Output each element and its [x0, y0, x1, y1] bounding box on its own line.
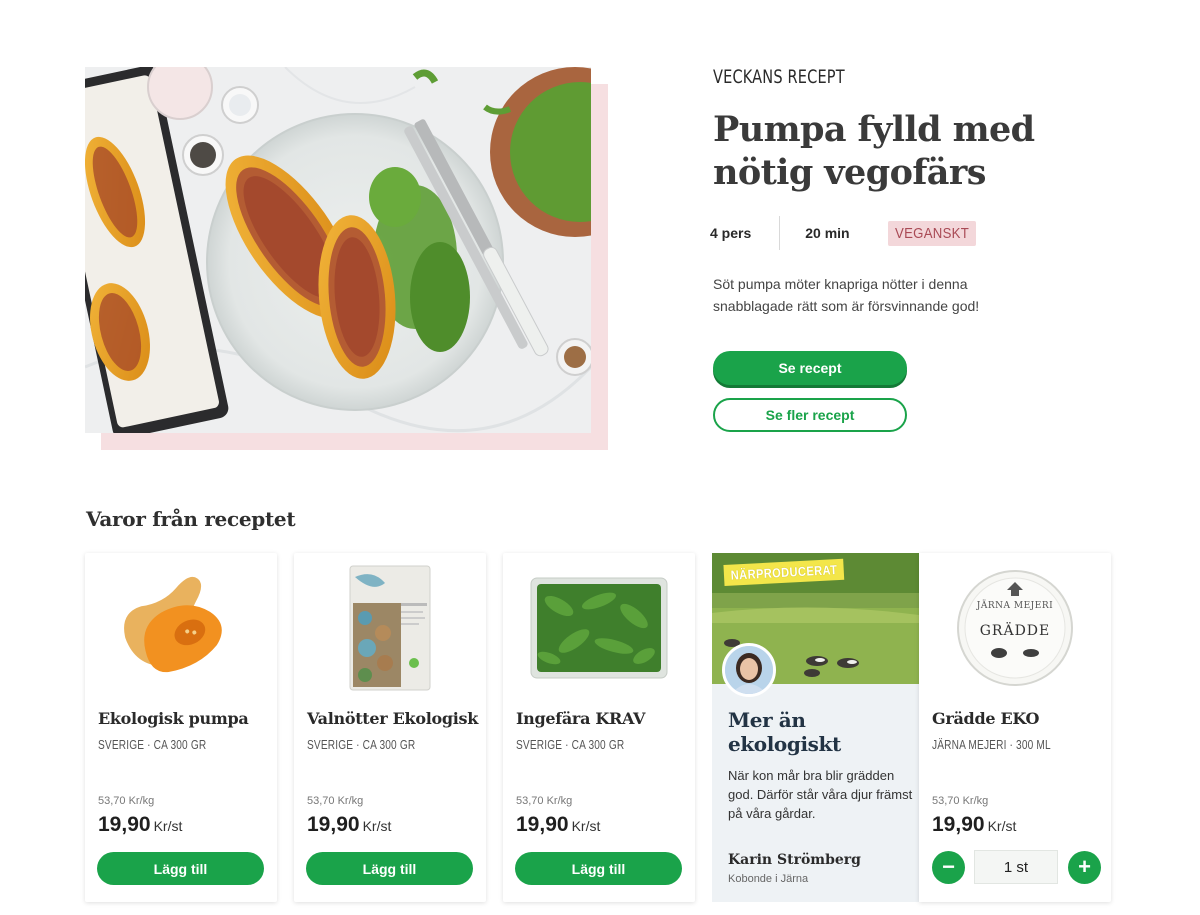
product-name[interactable]: Valnötter Ekologisk: [307, 709, 478, 728]
promo-title[interactable]: Mer än ekologiskt: [728, 708, 908, 756]
product-price: 19,90 Kr/st: [98, 813, 182, 837]
increase-quantity-button[interactable]: +: [1068, 850, 1101, 884]
product-card[interactable]: Ekologisk pumpa SVERIGE · CA 300 GR 53,7…: [85, 553, 277, 902]
product-image-greens[interactable]: [503, 553, 695, 703]
product-card-featured[interactable]: JÄRNA MEJERI GRÄDDE Grädde EKO JÄRNA MEJ…: [919, 553, 1111, 902]
price-amount: 19,90: [516, 813, 569, 836]
producer-promo-card[interactable]: NÄRPRODUCERAT Mer än ekologiskt När kon …: [712, 553, 929, 902]
quantity-field[interactable]: 1 st: [974, 850, 1058, 884]
price-unit: Kr/st: [153, 818, 183, 834]
product-image-cream[interactable]: JÄRNA MEJERI GRÄDDE: [919, 553, 1111, 703]
product-unit-price: 53,70 Kr/kg: [516, 795, 573, 807]
product-image-pumpkin[interactable]: [85, 553, 277, 703]
product-origin: SVERIGE · CA 300 GR: [98, 737, 207, 752]
quantity-stepper: − 1 st +: [932, 850, 1101, 884]
recipe-description: Söt pumpa möter knapriga nötter i denna …: [713, 276, 980, 314]
products-section-title: Varor från receptet: [86, 507, 296, 531]
price-amount: 19,90: [932, 813, 985, 836]
see-more-recipes-button[interactable]: Se fler recept: [713, 398, 907, 432]
recipe-title[interactable]: Pumpa fylld med nötig vegofärs: [713, 108, 1133, 194]
price-amount: 19,90: [307, 813, 360, 836]
product-unit-price: 53,70 Kr/kg: [98, 795, 155, 807]
price-unit: Kr/st: [571, 818, 601, 834]
product-unit-price: 53,70 Kr/kg: [932, 795, 989, 807]
price-amount: 19,90: [98, 813, 151, 836]
recipe-meta: 4 pers 20 min VEGANSKT: [710, 216, 988, 250]
recipe-kicker: VECKANS RECEPT: [713, 66, 845, 88]
promo-text: När kon mår bra blir grädden god. Därför…: [728, 768, 913, 821]
package-label-text: GRÄDDE: [980, 621, 1051, 639]
servings-label: 4 pers: [710, 225, 752, 241]
package-brand-text: JÄRNA MEJERI: [976, 599, 1053, 611]
product-name[interactable]: Grädde EKO: [932, 709, 1040, 728]
add-to-cart-button[interactable]: Lägg till: [306, 852, 473, 885]
diet-tag: VEGANSKT: [887, 220, 976, 246]
see-recipe-button[interactable]: Se recept: [713, 351, 907, 385]
price-unit: Kr/st: [987, 818, 1017, 834]
product-origin: SVERIGE · CA 300 GR: [516, 737, 625, 752]
product-name[interactable]: Ingefära KRAV: [516, 709, 645, 728]
product-price: 19,90 Kr/st: [516, 813, 600, 837]
product-card[interactable]: Ingefära KRAV SVERIGE · CA 300 GR 53,70 …: [503, 553, 695, 902]
farmer-avatar: [722, 643, 776, 697]
product-image-walnuts[interactable]: [294, 553, 486, 703]
product-name[interactable]: Ekologisk pumpa: [98, 709, 249, 728]
cooking-time-label: 20 min: [805, 225, 850, 241]
product-unit-price: 53,70 Kr/kg: [307, 795, 364, 807]
product-price: 19,90 Kr/st: [307, 813, 391, 837]
product-card[interactable]: Valnötter Ekologisk SVERIGE · CA 300 GR …: [294, 553, 486, 902]
product-origin: SVERIGE · CA 300 GR: [307, 737, 416, 752]
recipe-hero-image[interactable]: [85, 67, 591, 433]
farmer-location: Kobonde i Järna: [728, 873, 809, 885]
product-origin: JÄRNA MEJERI · 300 ML: [932, 737, 1051, 752]
product-price: 19,90 Kr/st: [932, 813, 1016, 837]
add-to-cart-button[interactable]: Lägg till: [97, 852, 264, 885]
decrease-quantity-button[interactable]: −: [932, 850, 965, 884]
add-to-cart-button[interactable]: Lägg till: [515, 852, 682, 885]
recipe-info: VECKANS RECEPT Pumpa fylld med nötig veg…: [710, 66, 1133, 314]
farmer-name: Karin Strömberg: [728, 852, 861, 868]
price-unit: Kr/st: [362, 818, 392, 834]
